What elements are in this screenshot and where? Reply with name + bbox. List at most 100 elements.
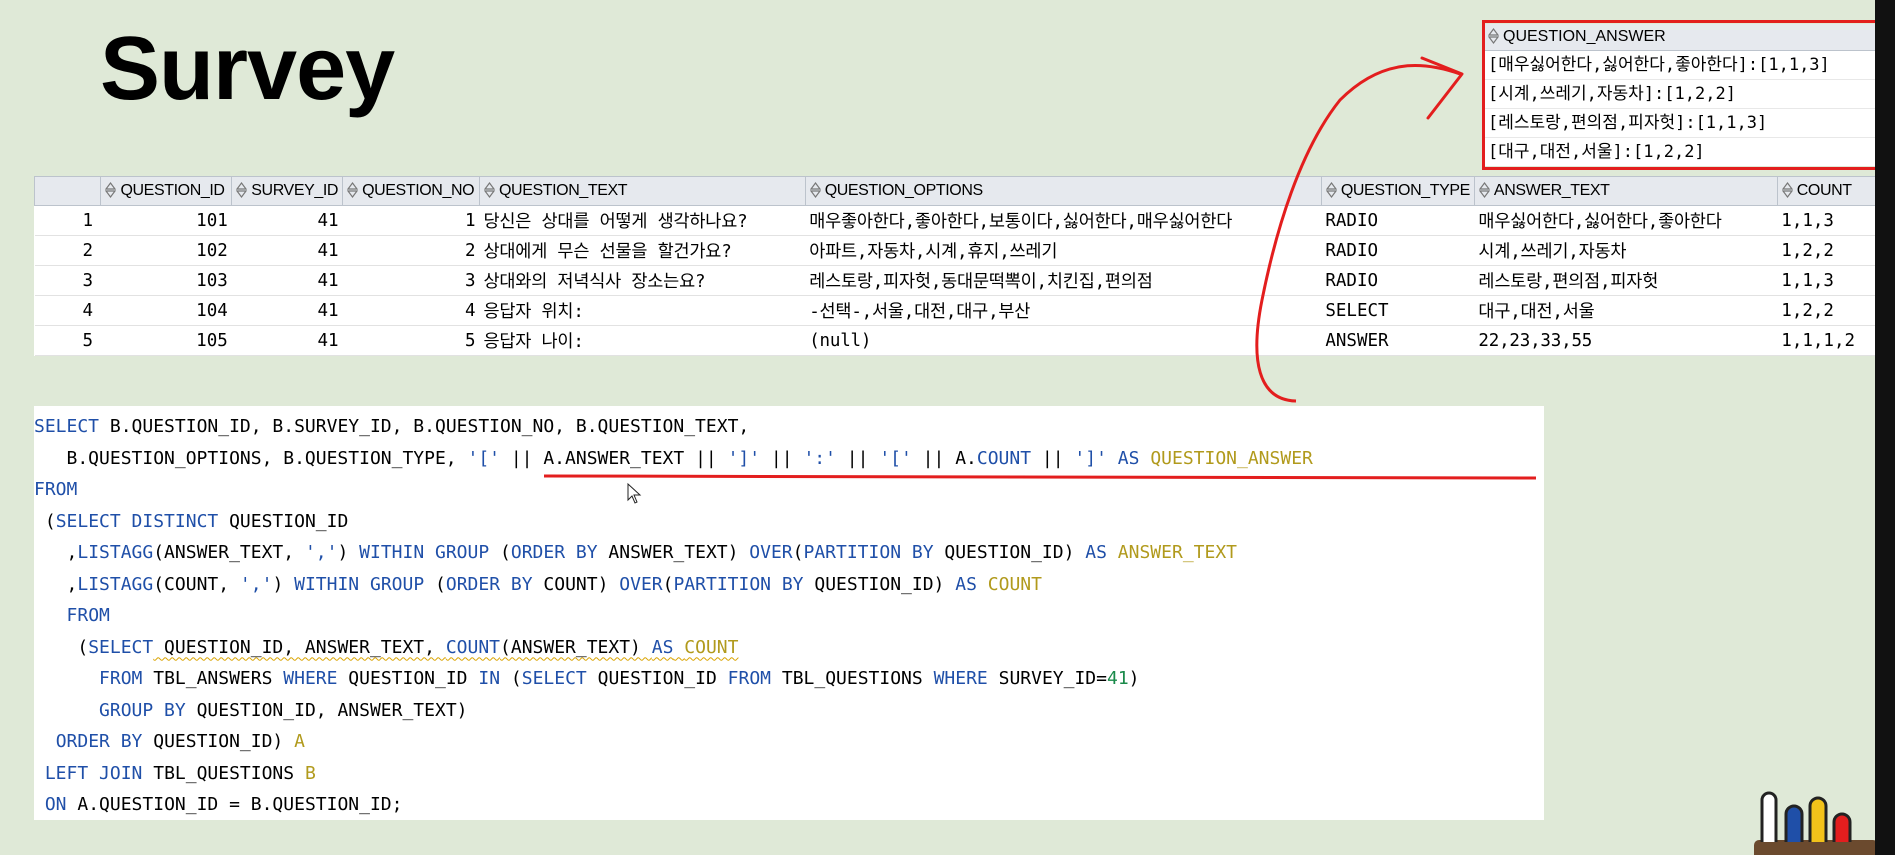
sql-text: , [34, 542, 78, 563]
code-line: FROM [34, 600, 1544, 632]
sql-keyword: GROUP BY [99, 699, 186, 721]
cell-question-no[interactable]: 2 [342, 235, 480, 266]
cell-question-text[interactable]: 응답자 나이: [479, 325, 806, 356]
table-row[interactable]: 3 103 41 3 상대와의 저녁식사 장소는요? 레스토랑,피자헛,동대문떡… [34, 265, 1895, 296]
sql-text: QUESTION_ID) [933, 542, 1086, 563]
cell-question-id[interactable]: 105 [100, 325, 232, 356]
sql-string: ']' [727, 447, 761, 469]
cell-survey-id[interactable]: 41 [231, 295, 343, 326]
code-line: LEFT JOIN TBL_QUESTIONS B [34, 758, 1544, 790]
column-header-label: QUESTION_TYPE [1340, 182, 1470, 199]
cell-question-id[interactable]: 104 [100, 295, 232, 326]
cell-question-options[interactable]: 매우좋아한다,좋아한다,보통이다,싫어한다,매우싫어한다 [805, 205, 1322, 236]
cell-survey-id[interactable]: 41 [231, 205, 343, 236]
column-header-question-options[interactable]: QUESTION_OPTIONS [804, 176, 1322, 206]
code-line: ON A.QUESTION_ID = B.QUESTION_ID; [34, 789, 1544, 821]
cell-question-options[interactable]: -선택-,서울,대전,대구,부산 [805, 295, 1322, 326]
cell-answer-text[interactable]: 시계,쓰레기,자동차 [1474, 235, 1778, 266]
cell-answer-text[interactable]: 매우싫어한다,싫어한다,좋아한다 [1474, 205, 1778, 236]
cell-question-type[interactable]: RADIO [1321, 205, 1475, 236]
sql-text: QUESTION_ID) [142, 731, 295, 752]
sql-keyword: WITHIN GROUP [294, 573, 425, 595]
sql-alias: ANSWER_TEXT [1117, 542, 1238, 563]
table-row[interactable]: 2 102 41 2 상대에게 무슨 선물을 할건가요? 아파트,자동차,시계,… [34, 235, 1895, 266]
sql-text: ( [424, 573, 446, 595]
cell-question-text[interactable]: 당신은 상대를 어떻게 생각하나요? [479, 205, 806, 236]
cell-answer-text[interactable]: 대구,대전,서울 [1474, 295, 1778, 326]
sort-icon[interactable] [105, 182, 117, 198]
column-header-question-text[interactable]: QUESTION_TEXT [479, 176, 806, 206]
cell-question-no[interactable]: 5 [342, 325, 480, 356]
row-number: 1 [34, 205, 101, 236]
code-line: ,LISTAGG(COUNT, ',') WITHIN GROUP (ORDER… [34, 569, 1544, 601]
column-header-question-no[interactable]: QUESTION_NO [342, 176, 480, 206]
query-result-grid[interactable]: QUESTION_ID SURVEY_ID QUESTION_NO QUESTI… [33, 176, 1895, 356]
column-header-label: QUESTION_NO [362, 182, 475, 199]
sql-text: COUNT) [532, 573, 620, 595]
cell-question-id[interactable]: 103 [100, 265, 232, 296]
sql-text: ( [34, 636, 89, 658]
sql-text: (COUNT, [153, 573, 240, 595]
cell-question-options[interactable]: 아파트,자동차,시계,휴지,쓰레기 [805, 235, 1322, 266]
column-header-label: COUNT [1796, 182, 1852, 199]
sql-keyword: FROM [727, 668, 772, 689]
cell-question-type[interactable]: ANSWER [1321, 325, 1475, 356]
code-line: SELECT B.QUESTION_ID, B.SURVEY_ID, B.QUE… [34, 411, 1544, 443]
sql-string: ':' [803, 447, 836, 469]
cell-question-id[interactable]: 101 [100, 205, 232, 236]
table-row[interactable]: 1 101 41 1 당신은 상대를 어떻게 생각하나요? 매우좋아한다,좋아한… [34, 205, 1895, 236]
cell-question-options[interactable]: 레스토랑,피자헛,동대문떡뽁이,치킨집,편의점 [805, 265, 1322, 296]
sql-text: QUESTION_ID, ANSWER_TEXT, [153, 636, 446, 658]
sql-text: TBL_QUESTIONS [142, 762, 305, 784]
sort-icon[interactable] [484, 182, 495, 198]
cell-question-no[interactable]: 4 [342, 295, 480, 326]
logo-icon [1754, 791, 1878, 855]
column-header-label: QUESTION_OPTIONS [824, 182, 983, 199]
code-line: ,LISTAGG(ANSWER_TEXT, ',') WITHIN GROUP … [34, 537, 1544, 569]
column-header-question-id[interactable]: QUESTION_ID [100, 176, 233, 206]
sort-icon[interactable] [1781, 182, 1793, 198]
sql-keyword: SELECT [88, 636, 154, 658]
cell-question-type[interactable]: SELECT [1321, 295, 1475, 326]
squiggle-underlined-text: QUESTION_ID, ANSWER_TEXT, COUNT(ANSWER_T… [153, 637, 738, 658]
cell-survey-id[interactable]: 41 [231, 235, 343, 266]
sql-text: TBL_ANSWERS [142, 668, 284, 689]
sql-string: '[' [467, 447, 500, 469]
sort-icon[interactable] [1478, 182, 1490, 198]
sql-text: ( [662, 573, 674, 595]
table-row[interactable]: 4 104 41 4 응답자 위치: -선택-,서울,대전,대구,부산 SELE… [34, 295, 1895, 326]
sort-icon[interactable] [347, 182, 359, 198]
cell-question-type[interactable]: RADIO [1321, 235, 1475, 266]
cell-answer-text[interactable]: 22,23,33,55 [1474, 325, 1778, 356]
sql-editor[interactable]: SELECT B.QUESTION_ID, B.SURVEY_ID, B.QUE… [34, 406, 1544, 820]
cell-question-type[interactable]: RADIO [1321, 265, 1475, 296]
column-header-survey-id[interactable]: SURVEY_ID [231, 176, 344, 206]
sql-keyword: WITHIN GROUP [359, 542, 490, 563]
grid-header-row: QUESTION_ID SURVEY_ID QUESTION_NO QUESTI… [33, 176, 1895, 206]
cell-answer-text[interactable]: 레스토랑,편의점,피자헛 [1474, 265, 1778, 296]
sort-icon[interactable] [1325, 182, 1337, 198]
sql-keyword: WHERE [283, 668, 338, 689]
table-row[interactable]: 5 105 41 5 응답자 나이: (null) ANSWER 22,23,3… [34, 325, 1895, 356]
sort-icon[interactable] [236, 182, 248, 198]
cell-question-options[interactable]: (null) [805, 325, 1322, 356]
grid-header-rownum [33, 176, 102, 206]
cell-question-no[interactable]: 1 [342, 205, 480, 236]
cell-question-no[interactable]: 3 [342, 265, 480, 296]
sort-icon[interactable] [809, 182, 821, 198]
column-header-label: QUESTION_ID [120, 182, 225, 199]
sql-keyword: SELECT [34, 416, 100, 437]
row-number: 3 [34, 265, 101, 296]
cell-question-id[interactable]: 102 [100, 235, 232, 266]
cell-survey-id[interactable]: 41 [231, 265, 343, 296]
cell-survey-id[interactable]: 41 [231, 325, 343, 356]
cell-question-text[interactable]: 상대와의 저녁식사 장소는요? [479, 265, 806, 296]
cell-question-text[interactable]: 상대에게 무슨 선물을 할건가요? [479, 235, 806, 266]
column-header-question-type[interactable]: QUESTION_TYPE [1320, 176, 1475, 206]
cell-question-text[interactable]: 응답자 위치: [479, 295, 806, 326]
column-header-answer-text[interactable]: ANSWER_TEXT [1473, 176, 1778, 206]
sql-keyword: PARTITION BY [803, 542, 934, 563]
sql-keyword: SELECT DISTINCT [55, 510, 219, 532]
